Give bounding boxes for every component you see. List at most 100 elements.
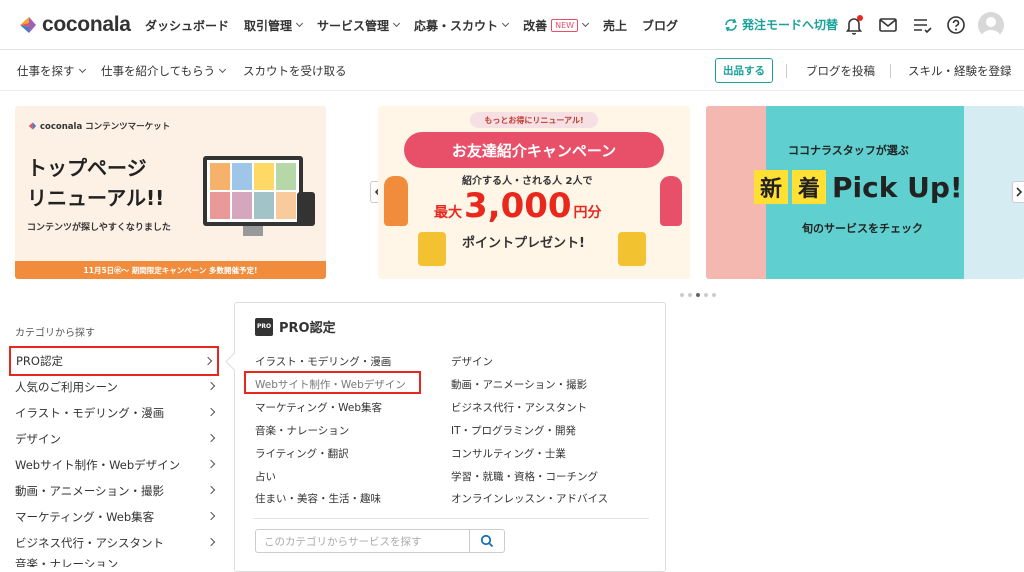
banner-footer-text: ポイントプレゼント! [462,236,585,251]
subcategory-link[interactable]: ビジネス代行・アシスタント [451,400,587,415]
subcategory-link[interactable]: イラスト・モデリング・漫画 [255,354,391,369]
category-search-input[interactable]: このカテゴリからサービスを探す [255,529,470,553]
subcategory-link-web[interactable]: Webサイト制作・Webデザイン [244,371,421,394]
chevron-down-icon [78,65,86,74]
subcategory-link[interactable]: 音楽・ナレーション [255,423,349,438]
subcategory-link[interactable]: オンラインレッスン・アドバイス [451,491,608,506]
carousel-dot[interactable] [712,293,716,297]
person-illustration [384,176,408,226]
category-label: 動画・アニメーション・撮影 [15,484,165,498]
category-item-pro[interactable]: PRO認定 [9,346,219,376]
banner-ribbon: もっとお得にリニューアル! [470,112,598,128]
banner-footer-text: 旬のサービスをチェック [802,222,923,235]
help-icon[interactable] [945,14,967,36]
category-label: デザイン [15,432,61,446]
carousel-dots [680,293,720,297]
carousel-dot[interactable] [704,293,708,297]
category-label: Webサイト制作・Webデザイン [15,458,181,472]
nav-transactions[interactable]: 取引管理 [244,17,304,34]
category-item[interactable]: Webサイト制作・Webデザイン [15,454,220,476]
nav-blog[interactable]: ブログ [642,17,678,34]
subcategory-link[interactable]: 占い [255,469,276,484]
banner-subtitle: ココナラスタッフが選ぶ [788,144,909,157]
banner-title: トップページ [27,156,147,180]
avatar[interactable] [978,12,1004,38]
pro-category-panel: PRO PRO認定 イラスト・モデリング・漫画 Webサイト制作・Webデザイン… [234,302,666,572]
subnav-register-skills[interactable]: スキル・経験を登録 [908,63,1012,79]
subnav-find-jobs[interactable]: 仕事を探す [17,63,86,79]
category-search-button[interactable] [469,529,505,553]
subnav-receive-scouts[interactable]: スカウトを受け取る [243,63,347,79]
mail-icon[interactable] [877,14,899,36]
category-heading: カテゴリから探す [15,328,95,339]
panel-title: PRO PRO認定 [255,317,336,336]
banner-friend-referral[interactable]: もっとお得にリニューアル! お友達紹介キャンペーン 紹介する人・される人 2人で… [378,106,690,279]
mode-switch-button[interactable]: 発注モードへ切替 [724,16,838,33]
category-item[interactable]: マーケティング・Web集客 [15,506,220,528]
coins-illustration [618,232,646,266]
chevron-down-icon [502,19,510,28]
nav-label: 売上 [603,18,628,33]
subcategory-link[interactable]: マーケティング・Web集客 [255,400,382,415]
category-label: マーケティング・Web集客 [15,510,155,524]
category-item[interactable]: 動画・アニメーション・撮影 [15,480,220,502]
category-item[interactable]: 音楽・ナレーション [15,556,220,567]
banner-title-box: お友達紹介キャンペーン [404,132,664,168]
category-label: 音楽・ナレーション [15,557,119,567]
main-nav: ダッシュボード 取引管理 サービス管理 応募・スカウト 改善 NEW 売上 ブログ [145,0,693,50]
subcategory-link[interactable]: デザイン [451,354,493,369]
nav-service-management[interactable]: サービス管理 [317,17,401,34]
carousel-dot[interactable] [680,293,684,297]
nav-improve[interactable]: 改善 NEW [523,17,590,34]
banner-amount: 最大 3,000 円分 [434,186,602,226]
subcategory-link[interactable]: 動画・アニメーション・撮影 [451,377,587,392]
pro-badge-icon: PRO [255,317,273,336]
banner-content-market[interactable]: coconala コンテンツマーケット トップページ リニューアル!! コンテン… [15,106,326,279]
category-item[interactable]: デザイン [15,428,220,450]
subnav-get-introduced[interactable]: 仕事を紹介してもらう [101,63,227,79]
carousel-dot-active[interactable] [696,293,700,297]
post-service-button[interactable]: 出品する [715,58,773,83]
nav-sales[interactable]: 売上 [603,17,627,34]
subcategory-link[interactable]: ライティング・翻訳 [255,446,349,461]
category-item[interactable]: イラスト・モデリング・漫画 [15,402,220,424]
banner-title: リニューアル!! [27,186,165,210]
divider [890,64,891,78]
banner-new-pickup[interactable]: ココナラスタッフが選ぶ 新 着 Pick Up! 旬のサービスをチェック [706,106,1024,279]
top-header: coconala ダッシュボード 取引管理 サービス管理 応募・スカウト 改善 N… [0,0,1024,50]
amount-unit: 円分 [573,205,602,221]
subcategory-link[interactable]: 住まい・美容・生活・趣味 [255,491,381,506]
category-item[interactable]: 人気のご利用シーン [15,376,220,398]
banner-subtitle: コンテンツが探しやすくなりました [27,223,171,233]
banner-title: お友達紹介キャンペーン [451,141,617,160]
carousel-dot[interactable] [688,293,692,297]
kanji-tile: 新 [754,170,788,204]
chevron-right-icon [203,356,213,366]
banner-title-row: 新 着 Pick Up! [754,170,963,204]
category-label: ビジネス代行・アシスタント [15,536,165,550]
nav-label: サービス管理 [317,18,390,33]
category-label: PRO認定 [16,354,63,368]
divider [786,64,787,78]
nav-apply-scout[interactable]: 応募・スカウト [414,17,510,34]
banner-footer-strip: 11月5日㊌〜 期間限定キャンペーン 多数開催予定! [15,261,326,279]
nav-dashboard[interactable]: ダッシュボード [145,17,229,34]
ribbon-text: もっとお得にリニューアル! [484,115,584,125]
subcategory-link[interactable]: 学習・就職・資格・コーチング [451,469,598,484]
subcategory-link[interactable]: コンサルティング・士業 [451,446,566,461]
subnav-label: 仕事を紹介してもらう [101,64,216,78]
logo-text: coconala [42,13,131,36]
chevron-right-icon [206,485,216,495]
category-item[interactable]: ビジネス代行・アシスタント [15,532,220,554]
bell-icon[interactable] [843,14,865,36]
subnav-label: スカウトを受け取る [243,64,347,78]
subnav-post-blog[interactable]: ブログを投稿 [806,63,875,79]
new-badge: NEW [551,18,579,32]
subcategory-link[interactable]: IT・プログラミング・開発 [451,423,576,438]
carousel-next-button[interactable] [1012,181,1024,203]
banner-title: Pick Up! [832,170,963,204]
category-label: イラスト・モデリング・漫画 [15,406,165,420]
coconala-logo[interactable]: coconala [16,13,131,37]
nav-label: 改善 [523,18,548,33]
list-icon[interactable] [911,14,933,36]
